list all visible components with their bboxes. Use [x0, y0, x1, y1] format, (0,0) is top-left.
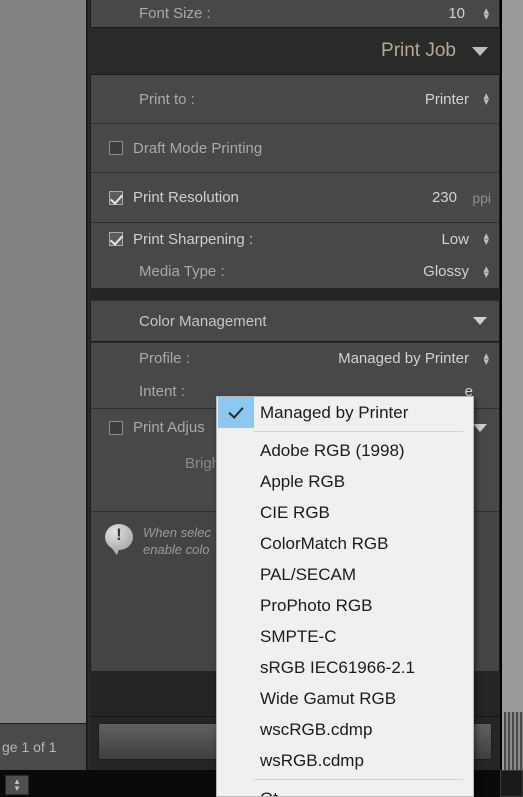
scrollbar-thumb[interactable] — [504, 712, 523, 770]
profile-dropdown-menu[interactable]: Managed by Printer Adobe RGB (1998) Apple … — [216, 396, 474, 797]
color-management-header[interactable]: Color Management — [90, 300, 500, 342]
media-type-value: Glossy — [423, 263, 469, 280]
profile-menu-item[interactable]: SMPTE-C — [217, 621, 473, 652]
profile-menu-item-label: Adobe RGB (1998) — [260, 440, 405, 460]
font-size-label: Font Size : — [139, 5, 211, 22]
profile-label: Profile : — [139, 350, 190, 367]
menu-divider — [253, 779, 463, 780]
profile-menu-item-label: sRGB IEC61966-2.1 — [260, 657, 415, 677]
print-adjustment-checkbox[interactable] — [109, 420, 123, 435]
note-line-2: enable colo — [143, 542, 210, 557]
profile-menu-item[interactable]: wscRGB.cdmp — [217, 714, 473, 745]
lightroom-print-module: ge 1 of 1 Font Size : 10 ▴ ▾ Print Job Pr… — [0, 0, 523, 797]
print-to-row[interactable]: Print to : Printer ▴ ▾ — [90, 75, 500, 123]
color-management-title: Color Management — [139, 312, 267, 330]
print-to-label: Print to : — [139, 90, 195, 108]
profile-menu-item[interactable]: Apple RGB — [217, 466, 473, 497]
print-to-stepper[interactable]: ▴ ▾ — [483, 91, 489, 108]
profile-menu-item-label: SMPTE-C — [260, 626, 337, 646]
print-adjustment-label: Print Adjus — [133, 419, 205, 436]
profile-menu-list: Managed by Printer Adobe RGB (1998) Apple … — [217, 397, 473, 797]
triangle-down-icon[interactable] — [472, 46, 488, 56]
note-line-1: When selec — [143, 525, 211, 540]
scrollbar-corner — [500, 770, 523, 797]
profile-menu-item-label: Wide Gamut RGB — [260, 688, 397, 708]
media-type-label: Media Type : — [139, 263, 225, 280]
profile-menu-item-label: wscRGB.cdmp — [260, 719, 373, 739]
check-icon — [218, 397, 254, 428]
print-to-value: Printer — [424, 90, 469, 108]
profile-menu-item-label: Managed by Printer — [260, 402, 409, 422]
profile-menu-item[interactable]: ColorMatch RGB — [217, 528, 473, 559]
profile-menu-item[interactable]: Wide Gamut RGB — [217, 683, 473, 714]
page-status-label: ge 1 of 1 — [2, 739, 57, 755]
profile-menu-item[interactable]: PAL/SECAM — [217, 559, 473, 590]
profile-value[interactable]: Managed by Printer — [338, 350, 469, 367]
media-type-row[interactable]: Media Type : Glossy ▴ ▾ — [90, 255, 500, 288]
print-resolution-checkbox[interactable] — [109, 190, 123, 205]
font-size-value: 10 — [448, 5, 465, 22]
draft-mode-label: Draft Mode Printing — [133, 139, 263, 157]
print-resolution-label: Print Resolution — [133, 189, 239, 206]
font-size-row[interactable]: Font Size : 10 ▴ ▾ — [90, 0, 500, 27]
profile-menu-item-label: PAL/SECAM — [260, 564, 357, 584]
triangle-down-icon[interactable] — [473, 317, 487, 325]
profile-menu-item[interactable]: sRGB IEC61966-2.1 — [217, 652, 473, 683]
scroll-arrow-button[interactable]: ▴ ▾ — [5, 775, 29, 795]
print-resolution-unit: ppi — [472, 189, 491, 206]
profile-menu-item-label: wsRGB.cdmp — [260, 750, 364, 770]
profile-menu-item[interactable]: Ot — [217, 783, 473, 797]
print-sharpening-stepper[interactable]: ▴ ▾ — [483, 231, 489, 248]
print-resolution-value[interactable]: 230 — [432, 189, 457, 206]
print-job-title: Print Job — [381, 40, 456, 61]
panel-gap — [90, 288, 500, 300]
print-sharpening-value: Low — [441, 230, 469, 248]
profile-menu-item-label: Apple RGB — [260, 471, 346, 491]
profile-menu-item[interactable]: Adobe RGB (1998) — [217, 435, 473, 466]
print-sharpening-checkbox[interactable] — [109, 232, 123, 246]
profile-menu-item-label: CIE RGB — [260, 502, 330, 522]
triangle-down-icon[interactable] — [473, 423, 487, 432]
profile-menu-item[interactable]: CIE RGB — [217, 497, 473, 528]
profile-menu-item-label: ProPhoto RGB — [260, 595, 373, 615]
page-status-bar: ge 1 of 1 — [0, 723, 88, 770]
intent-label: Intent : — [139, 382, 185, 400]
profile-menu-item-label: Ot — [260, 789, 278, 797]
print-preview-canvas — [0, 0, 88, 723]
print-job-header[interactable]: Print Job — [90, 27, 500, 75]
print-sharpening-row[interactable]: Print Sharpening : Low ▴ ▾ — [90, 222, 500, 255]
window-scrollbar[interactable] — [500, 0, 523, 770]
draft-mode-row[interactable]: Draft Mode Printing — [90, 123, 500, 172]
print-sharpening-label: Print Sharpening : — [133, 230, 254, 248]
profile-row[interactable]: Profile : Managed by Printer ▴ ▾ — [90, 342, 500, 374]
profile-menu-item[interactable]: ProPhoto RGB — [217, 590, 473, 621]
media-type-stepper[interactable]: ▴ ▾ — [483, 263, 489, 280]
print-resolution-row[interactable]: Print Resolution 230 ppi — [90, 172, 500, 222]
draft-mode-checkbox[interactable] — [109, 141, 123, 155]
warning-icon — [105, 524, 133, 555]
profile-menu-item[interactable]: wsRGB.cdmp — [217, 745, 473, 776]
menu-divider — [253, 431, 463, 432]
font-size-stepper[interactable]: ▴ ▾ — [483, 5, 489, 22]
profile-stepper[interactable]: ▴ ▾ — [483, 350, 489, 367]
profile-menu-item[interactable]: Managed by Printer — [217, 397, 473, 428]
profile-menu-item-label: ColorMatch RGB — [260, 533, 389, 553]
